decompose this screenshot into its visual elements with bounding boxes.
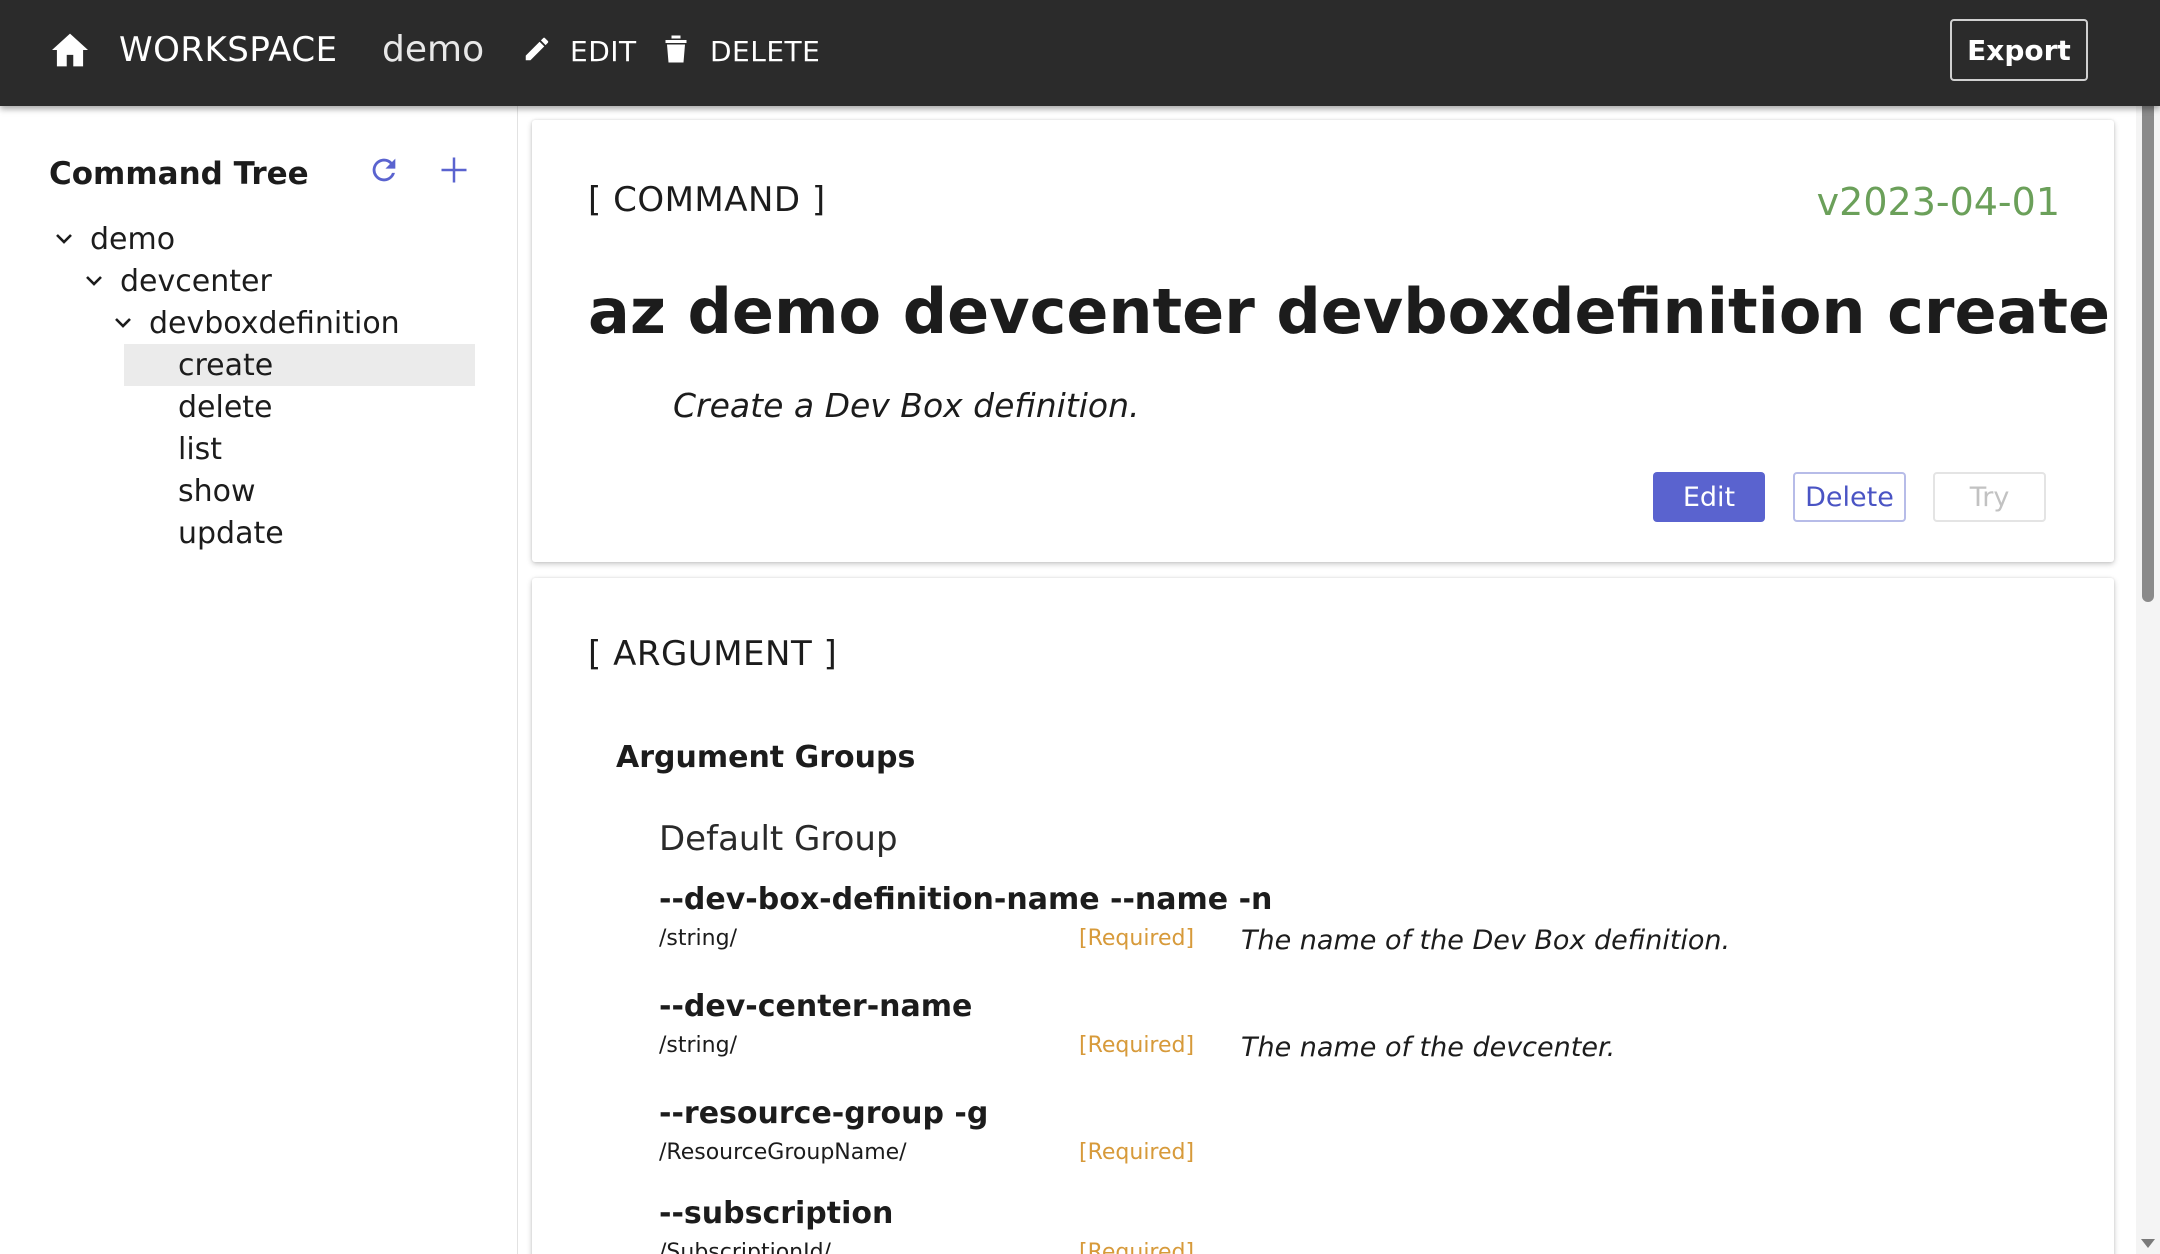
tree-leaf-list[interactable]: list: [124, 428, 475, 470]
export-button[interactable]: Export: [1950, 19, 2088, 81]
argument-name: --subscription: [659, 1196, 894, 1231]
argument-type: /ResourceGroupName/: [659, 1140, 907, 1165]
argument-type: /string/: [659, 1033, 737, 1058]
trash-icon: [664, 34, 688, 68]
home-icon: [50, 32, 90, 72]
command-name: az demo devcenter devboxdefinition creat…: [588, 275, 2111, 348]
argument-item[interactable]: --dev-box-definition-name --name -n /str…: [659, 880, 1959, 980]
workspace-name: demo: [382, 29, 485, 70]
workspace-edit-button[interactable]: EDIT: [522, 28, 637, 74]
chevron-down-icon: [111, 311, 135, 335]
command-tree-title: Command Tree: [49, 156, 309, 192]
try-command-button[interactable]: Try: [1933, 472, 2046, 522]
chevron-down-icon: [82, 269, 106, 293]
argument-name: --dev-box-definition-name --name -n: [659, 882, 1273, 917]
argument-item[interactable]: --resource-group -g /ResourceGroupName/ …: [659, 1094, 1959, 1194]
required-badge: [Required]: [1079, 926, 1195, 951]
argument-groups-title: Argument Groups: [616, 740, 916, 775]
tree-leaf-update[interactable]: update: [124, 512, 475, 554]
scrollbar-thumb[interactable]: [2142, 34, 2154, 602]
argument-description: The name of the Dev Box definition.: [1241, 925, 1731, 956]
add-command-button[interactable]: [434, 150, 474, 194]
delete-command-button[interactable]: Delete: [1793, 472, 1906, 522]
argument-type: /SubscriptionId/: [659, 1240, 831, 1254]
argument-item[interactable]: --dev-center-name /string/ [Required] Th…: [659, 987, 1959, 1087]
tree-node-devboxdefinition[interactable]: devboxdefinition: [111, 302, 400, 344]
refresh-icon: [367, 153, 401, 191]
command-card: [ COMMAND ] v2023-04-01 az demo devcente…: [532, 120, 2114, 562]
tree-node-label: devcenter: [120, 263, 272, 299]
edit-command-button[interactable]: Edit: [1653, 472, 1765, 522]
required-badge: [Required]: [1079, 1140, 1195, 1165]
tree-node-label: devboxdefinition: [149, 305, 400, 341]
vertical-scrollbar[interactable]: [2136, 0, 2160, 1254]
tree-leaf-create[interactable]: create: [124, 344, 475, 386]
delete-label: DELETE: [710, 34, 821, 68]
argument-name: --resource-group -g: [659, 1096, 989, 1131]
argument-description: The name of the devcenter.: [1241, 1032, 1616, 1063]
required-badge: [Required]: [1079, 1240, 1195, 1254]
default-group-title: Default Group: [659, 819, 898, 859]
edit-label: EDIT: [570, 34, 637, 68]
tree-leaf-show[interactable]: show: [124, 470, 475, 512]
command-tree-panel: Command Tree demo devcenter devboxdefini…: [0, 106, 518, 1254]
chevron-down-icon: [52, 227, 76, 251]
workspace-delete-button[interactable]: DELETE: [664, 28, 820, 74]
argument-name: --dev-center-name: [659, 989, 973, 1024]
argument-type: /string/: [659, 926, 737, 951]
pencil-icon: [522, 34, 552, 68]
tree-node-label: demo: [90, 221, 176, 257]
version-label: v2023-04-01: [1816, 180, 2060, 224]
tree-node-devcenter[interactable]: devcenter: [82, 260, 272, 302]
home-button[interactable]: [48, 30, 92, 74]
scroll-down-arrow-icon[interactable]: [2141, 1239, 2155, 1248]
argument-card: [ ARGUMENT ] Argument Groups Default Gro…: [532, 578, 2114, 1254]
required-badge: [Required]: [1079, 1033, 1195, 1058]
workspace-link[interactable]: WORKSPACE: [119, 26, 338, 74]
top-bar: WORKSPACE demo EDIT DELETE Export: [0, 0, 2160, 106]
refresh-button[interactable]: [364, 150, 404, 194]
tree-leaf-delete[interactable]: delete: [124, 386, 475, 428]
tree-node-demo[interactable]: demo: [52, 218, 175, 260]
add-icon: [439, 155, 469, 189]
command-description: Create a Dev Box definition.: [673, 386, 1140, 425]
command-section-label: [ COMMAND ]: [588, 180, 826, 220]
argument-item[interactable]: --subscription /SubscriptionId/ [Require…: [659, 1194, 1959, 1254]
argument-section-label: [ ARGUMENT ]: [588, 634, 838, 674]
